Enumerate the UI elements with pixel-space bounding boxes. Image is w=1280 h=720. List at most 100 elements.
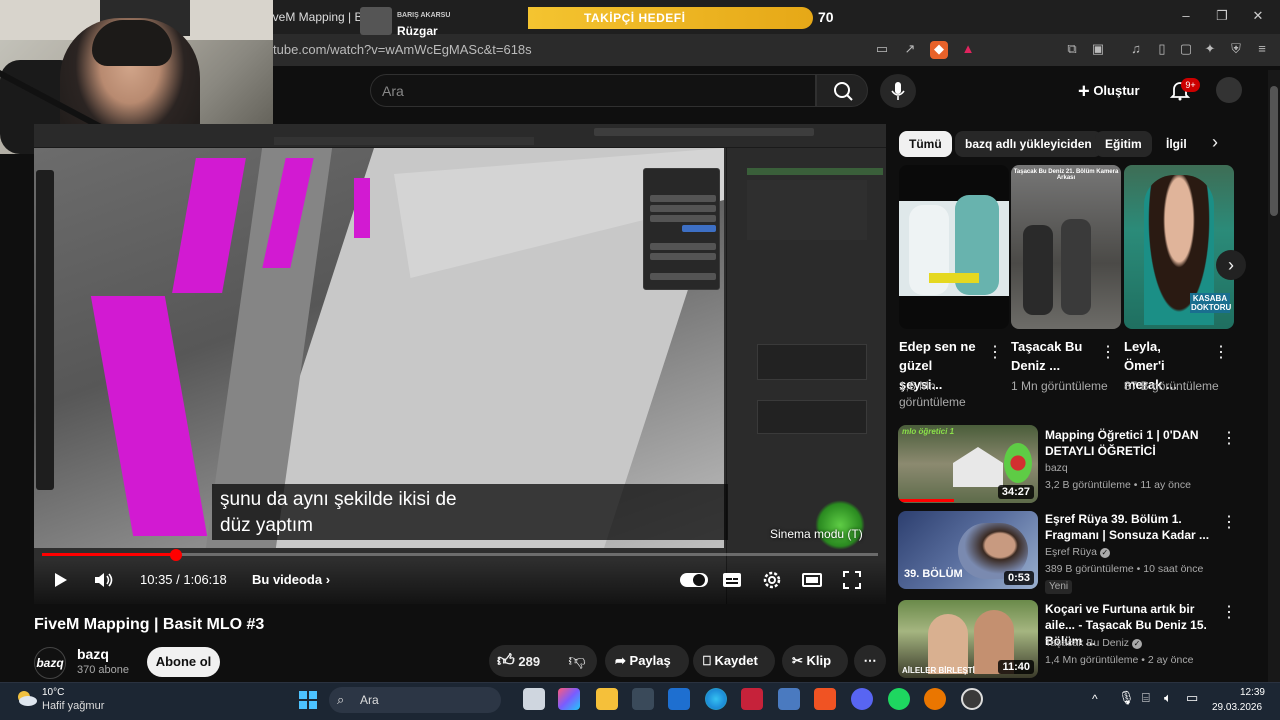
streamer-emote-icon bbox=[815, 500, 865, 550]
microphone-tray-icon[interactable]: 🎙︎ bbox=[1118, 690, 1135, 706]
start-button[interactable] bbox=[298, 690, 318, 710]
outlook-icon[interactable] bbox=[668, 688, 690, 710]
copilot-icon[interactable] bbox=[558, 688, 580, 710]
speaker-icon[interactable]: 🔈︎ bbox=[1164, 690, 1172, 706]
spotify-icon[interactable] bbox=[888, 688, 910, 710]
progress-scrubber[interactable] bbox=[169, 549, 182, 561]
search-box[interactable] bbox=[370, 74, 816, 107]
subtitles-button[interactable] bbox=[720, 568, 744, 592]
save-button[interactable]: ⎕ Kaydet bbox=[693, 645, 775, 677]
pink-block-top bbox=[172, 158, 246, 293]
transform-z-field bbox=[650, 215, 716, 222]
short-menu-icon[interactable]: ⋮ bbox=[1213, 342, 1229, 362]
sidebar-icon[interactable]: ▯ bbox=[1152, 41, 1172, 59]
recommendation-title-1[interactable]: Mapping Öğretici 1 | 0'DAN DETAYLI ÖĞRET… bbox=[1045, 427, 1215, 459]
brave-icon[interactable] bbox=[814, 688, 836, 710]
account-avatar[interactable] bbox=[1216, 77, 1242, 103]
maximize-button[interactable]: ❐ bbox=[1212, 8, 1232, 26]
taskbar-search[interactable] bbox=[329, 687, 501, 713]
obs-icon[interactable] bbox=[961, 688, 983, 710]
fullscreen-button[interactable] bbox=[840, 568, 864, 592]
channel-avatar[interactable]: bazq bbox=[34, 647, 66, 679]
ai-icon[interactable]: ✦ bbox=[1200, 41, 1220, 59]
share-label: Paylaş bbox=[629, 653, 671, 668]
network-icon[interactable]: ⌸ bbox=[1142, 690, 1150, 706]
short-menu-icon[interactable]: ⋮ bbox=[987, 342, 1003, 362]
recommendation-thumbnail-1[interactable]: mlo öğretici 1 34:27 bbox=[898, 425, 1038, 503]
menu-icon[interactable]: ≡ bbox=[1252, 41, 1272, 59]
clock-time[interactable]: 12:39 bbox=[1239, 687, 1265, 698]
dislike-button[interactable]: 👎︎ bbox=[564, 650, 590, 672]
short-2-overlay-text: Taşacak Bu Deniz 21. Bölüm Kamera Arkası bbox=[1013, 169, 1119, 181]
recommendation-menu-icon[interactable]: ⋮ bbox=[1221, 512, 1237, 532]
vpn-icon[interactable]: ⛨ bbox=[1226, 41, 1246, 59]
clock-date[interactable]: 29.03.2026 bbox=[1212, 702, 1262, 713]
short-thumbnail-3[interactable]: KASABA DOKTORU bbox=[1124, 165, 1234, 329]
settings-button[interactable] bbox=[760, 568, 784, 592]
voice-search-button[interactable] bbox=[880, 74, 916, 108]
edge-icon[interactable] bbox=[705, 688, 727, 710]
task-view-icon[interactable] bbox=[523, 688, 545, 710]
blender-icon[interactable] bbox=[924, 688, 946, 710]
share-icon[interactable]: ↗ bbox=[900, 41, 920, 59]
file-explorer-icon[interactable] bbox=[596, 688, 618, 710]
chip-all[interactable]: Tümü bbox=[899, 131, 952, 157]
like-button[interactable]: 👍︎ 289 bbox=[497, 650, 557, 672]
brave-shield-icon[interactable]: ◆ bbox=[930, 41, 948, 59]
chip-education[interactable]: Eğitim bbox=[1095, 131, 1152, 157]
close-window-button[interactable]: ✕ bbox=[1248, 8, 1268, 26]
recommendation-channel-2[interactable]: Eşref Rüya ✓ bbox=[1045, 546, 1110, 558]
browser-tab[interactable]: iveM Mapping | Basi bbox=[270, 6, 370, 28]
channel-name[interactable]: bazq bbox=[77, 646, 109, 662]
create-button[interactable]: + Oluştur bbox=[1078, 79, 1173, 103]
windows-icon bbox=[299, 691, 317, 709]
recommendation-menu-icon[interactable]: ⋮ bbox=[1221, 602, 1237, 622]
url-field[interactable]: tube.com/watch?v=wAmWcEgMASc&t=618s bbox=[273, 42, 532, 57]
weather-temperature[interactable]: 10°C bbox=[42, 687, 64, 698]
screen-cast-icon[interactable]: ▭ bbox=[872, 41, 892, 59]
shorts-next-button[interactable]: › bbox=[1216, 250, 1246, 280]
volume-button[interactable] bbox=[92, 568, 116, 592]
weather-icon[interactable] bbox=[14, 689, 38, 709]
tray-chevron-icon[interactable]: ^ bbox=[1092, 692, 1098, 706]
fivem-icon[interactable] bbox=[778, 688, 800, 710]
weather-description[interactable]: Hafif yağmur bbox=[42, 700, 104, 712]
play-button[interactable] bbox=[48, 568, 72, 592]
subtitles-icon bbox=[723, 573, 741, 587]
scrollbar-thumb[interactable] bbox=[1270, 86, 1278, 216]
media-icon[interactable]: ♫ bbox=[1126, 41, 1146, 59]
recommendation-thumbnail-2[interactable]: 39. BÖLÜM 0:53 bbox=[898, 511, 1038, 589]
short-title-2[interactable]: Taşacak Bu Deniz ... bbox=[1011, 337, 1091, 375]
recommendation-channel-1[interactable]: bazq bbox=[1045, 462, 1068, 474]
subscribe-button[interactable]: Abone ol bbox=[147, 647, 220, 677]
minimize-button[interactable]: – bbox=[1176, 8, 1196, 26]
chips-next-button[interactable]: › bbox=[1204, 132, 1226, 156]
theater-mode-button[interactable] bbox=[800, 568, 824, 592]
recommendation-thumbnail-3[interactable]: AİLELER BİRLEŞTİ 11:40 bbox=[898, 600, 1038, 678]
recommendation-menu-icon[interactable]: ⋮ bbox=[1221, 428, 1237, 448]
share-button[interactable]: ➦ Paylaş bbox=[605, 645, 689, 677]
short-thumbnail-1[interactable] bbox=[899, 165, 1009, 329]
short-thumbnail-2[interactable]: Taşacak Bu Deniz 21. Bölüm Kamera Arkası bbox=[1011, 165, 1121, 329]
wallet-icon[interactable]: ▢ bbox=[1176, 41, 1196, 59]
chip-related[interactable]: İlgil bbox=[1156, 131, 1197, 157]
cinema-mode-tooltip: Sinema modu (T) bbox=[770, 527, 863, 541]
short-menu-icon[interactable]: ⋮ bbox=[1100, 342, 1116, 362]
notification-badge: 9+ bbox=[1181, 78, 1200, 92]
store-icon[interactable] bbox=[632, 688, 654, 710]
recommendation-channel-3[interactable]: Taşacak Bu Deniz ✓ bbox=[1045, 637, 1142, 649]
rewards-icon[interactable]: ▲ bbox=[958, 41, 978, 59]
extensions-icon[interactable]: ⧉ bbox=[1062, 41, 1082, 59]
search-input[interactable]: Ara bbox=[382, 83, 404, 99]
chip-from-uploader[interactable]: bazq adlı yükleyiciden bbox=[955, 131, 1102, 157]
search-button[interactable] bbox=[816, 74, 868, 107]
screenshot-icon[interactable]: ▣ bbox=[1088, 41, 1108, 59]
discord-icon[interactable] bbox=[851, 688, 873, 710]
more-actions-button[interactable]: ⋯ bbox=[854, 645, 886, 677]
recommendation-meta-2: 389 B görüntüleme • 10 saat önce bbox=[1045, 563, 1204, 575]
clip-button[interactable]: ✂ Klip bbox=[782, 645, 848, 677]
chapter-button[interactable]: Bu videoda › bbox=[252, 572, 330, 587]
acrobat-icon[interactable] bbox=[741, 688, 763, 710]
battery-icon[interactable]: ▭ bbox=[1186, 690, 1198, 706]
recommendation-title-2[interactable]: Eşref Rüya 39. Bölüm 1. Fragmanı | Sonsu… bbox=[1045, 511, 1215, 543]
